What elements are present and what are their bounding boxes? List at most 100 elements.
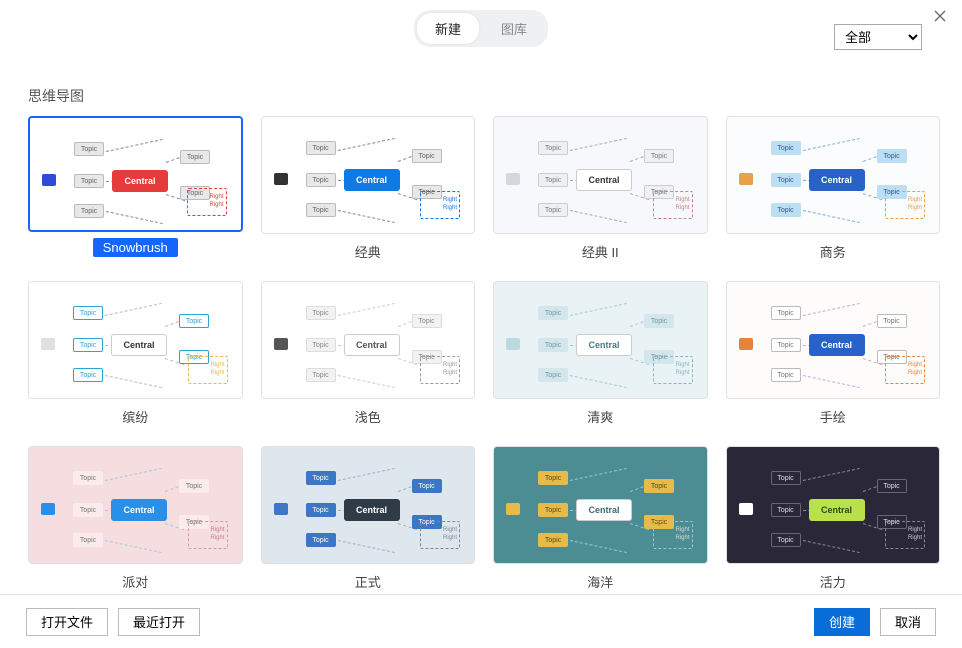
topic-node: Topic xyxy=(306,338,336,352)
topic-node: Topic xyxy=(771,306,801,320)
sibling-marker xyxy=(739,338,753,350)
sibling-marker xyxy=(274,173,288,185)
mindmap-preview: TopicTopicTopicTopicTopic Central RightR… xyxy=(727,117,940,233)
template-thumbnail: TopicTopicTopicTopicTopic Central RightR… xyxy=(28,116,243,232)
mindmap-preview: TopicTopicTopicTopicTopic Central RightR… xyxy=(30,118,241,230)
sibling-marker xyxy=(506,338,520,350)
topic-node: Topic xyxy=(74,142,104,156)
template-card-9[interactable]: TopicTopicTopicTopicTopic Central RightR… xyxy=(261,446,476,594)
connector xyxy=(802,210,859,223)
subtopic-group: RightRight xyxy=(187,188,227,216)
topic-node: Topic xyxy=(538,368,568,382)
template-card-1[interactable]: TopicTopicTopicTopicTopic Central RightR… xyxy=(261,116,476,265)
sibling-marker xyxy=(506,173,520,185)
topic-node: Topic xyxy=(74,174,104,188)
cancel-button[interactable]: 取消 xyxy=(880,608,936,636)
sibling-marker xyxy=(274,503,288,515)
template-grid: Topic Topic Topic Topic Topic Central RightR… xyxy=(28,116,940,594)
subtopic-group: RightRight xyxy=(653,521,693,549)
central-node: Central xyxy=(809,334,865,356)
topic-node: Topic xyxy=(877,479,907,493)
subtopic-group: RightRight xyxy=(420,521,460,549)
template-label: 派对 xyxy=(28,572,243,591)
template-card-5[interactable]: TopicTopicTopicTopicTopic Central RightR… xyxy=(261,281,476,430)
central-node: Central xyxy=(344,499,400,521)
mindmap-preview: TopicTopicTopicTopicTopic Central RightR… xyxy=(29,282,242,398)
template-card-2[interactable]: TopicTopicTopicTopicTopic Central RightR… xyxy=(493,116,708,265)
template-label: 浅色 xyxy=(261,407,476,426)
template-thumbnail: TopicTopicTopicTopicTopic Central RightR… xyxy=(28,281,243,399)
connector xyxy=(570,138,627,151)
template-label: 经典 xyxy=(261,242,476,261)
topic-node: Topic xyxy=(74,204,104,218)
central-node: Central xyxy=(112,170,168,192)
template-card-11[interactable]: TopicTopicTopicTopicTopic Central RightR… xyxy=(726,446,941,594)
bottombar: 打开文件 最近打开 创建 取消 xyxy=(0,594,962,648)
subtopic-group: RightRight xyxy=(188,521,228,549)
template-card-0[interactable]: TopicTopicTopicTopicTopic Central RightR… xyxy=(28,116,243,265)
mindmap-preview: TopicTopicTopicTopicTopic Central RightR… xyxy=(727,447,940,563)
sibling-marker xyxy=(739,173,753,185)
topic-node: Topic xyxy=(771,173,801,187)
topic-node: Topic xyxy=(73,338,103,352)
template-card-8[interactable]: TopicTopicTopicTopicTopic Central RightR… xyxy=(28,446,243,594)
tabs: 新建 图库 xyxy=(414,10,548,47)
topic-node: Topic xyxy=(306,173,336,187)
topic-node: Topic xyxy=(771,503,801,517)
template-label: 活力 xyxy=(726,572,941,591)
topic-node: Topic xyxy=(771,368,801,382)
sibling-marker xyxy=(274,338,288,350)
connector xyxy=(570,468,627,481)
template-card-7[interactable]: TopicTopicTopicTopicTopic Central RightR… xyxy=(726,281,941,430)
topic-node: Topic xyxy=(306,533,336,547)
template-card-10[interactable]: TopicTopicTopicTopicTopic Central RightR… xyxy=(493,446,708,594)
subtopic-group: RightRight xyxy=(420,356,460,384)
subtopic-group: RightRight xyxy=(653,356,693,384)
close-icon xyxy=(934,10,946,22)
sibling-marker xyxy=(41,338,55,350)
topic-node: Topic xyxy=(538,141,568,155)
topic-node: Topic xyxy=(538,203,568,217)
template-thumbnail: TopicTopicTopicTopicTopic Central RightR… xyxy=(726,446,941,564)
topic-node: Topic xyxy=(412,149,442,163)
template-card-6[interactable]: TopicTopicTopicTopicTopic Central RightR… xyxy=(493,281,708,430)
template-label: 清爽 xyxy=(493,407,708,426)
topic-node: Topic xyxy=(306,141,336,155)
topic-node: Topic xyxy=(771,471,801,485)
topic-node: Topic xyxy=(412,314,442,328)
topic-node: Topic xyxy=(644,479,674,493)
connector xyxy=(337,303,394,316)
subtopic-group: RightRight xyxy=(885,356,925,384)
subtopic-group: RightRight xyxy=(653,191,693,219)
template-label: 商务 xyxy=(726,242,941,261)
subtopic-group: RightRight xyxy=(420,191,460,219)
topic-node: Topic xyxy=(538,471,568,485)
connector xyxy=(106,211,163,224)
sibling-marker xyxy=(506,503,520,515)
topic-node: Topic xyxy=(412,479,442,493)
category-filter[interactable]: 全部 xyxy=(834,24,922,50)
central-node: Central xyxy=(111,499,167,521)
connector xyxy=(802,303,859,316)
template-thumbnail: TopicTopicTopicTopicTopic Central RightR… xyxy=(261,281,476,399)
recent-button[interactable]: 最近打开 xyxy=(118,608,200,636)
topic-node: Topic xyxy=(644,149,674,163)
topic-node: Topic xyxy=(180,150,210,164)
template-thumbnail: TopicTopicTopicTopicTopic Central RightR… xyxy=(261,116,476,234)
template-thumbnail: TopicTopicTopicTopicTopic Central RightR… xyxy=(493,116,708,234)
content-area: 思维导图 TopicTopicTopicTopicTopic Central R… xyxy=(0,56,962,594)
topic-node: Topic xyxy=(306,368,336,382)
create-button[interactable]: 创建 xyxy=(814,608,870,636)
category-select[interactable]: 全部 xyxy=(834,24,922,50)
open-file-button[interactable]: 打开文件 xyxy=(26,608,108,636)
template-card-3[interactable]: TopicTopicTopicTopicTopic Central RightR… xyxy=(726,116,941,265)
template-label: Snowbrush xyxy=(28,240,243,255)
connector xyxy=(802,468,859,481)
tab-new[interactable]: 新建 xyxy=(417,13,479,44)
central-node: Central xyxy=(576,334,632,356)
tab-gallery[interactable]: 图库 xyxy=(483,13,545,44)
template-card-4[interactable]: TopicTopicTopicTopicTopic Central RightR… xyxy=(28,281,243,430)
mindmap-preview: TopicTopicTopicTopicTopic Central RightR… xyxy=(494,117,707,233)
close-button[interactable] xyxy=(926,4,954,28)
mindmap-preview: TopicTopicTopicTopicTopic Central RightR… xyxy=(262,117,475,233)
